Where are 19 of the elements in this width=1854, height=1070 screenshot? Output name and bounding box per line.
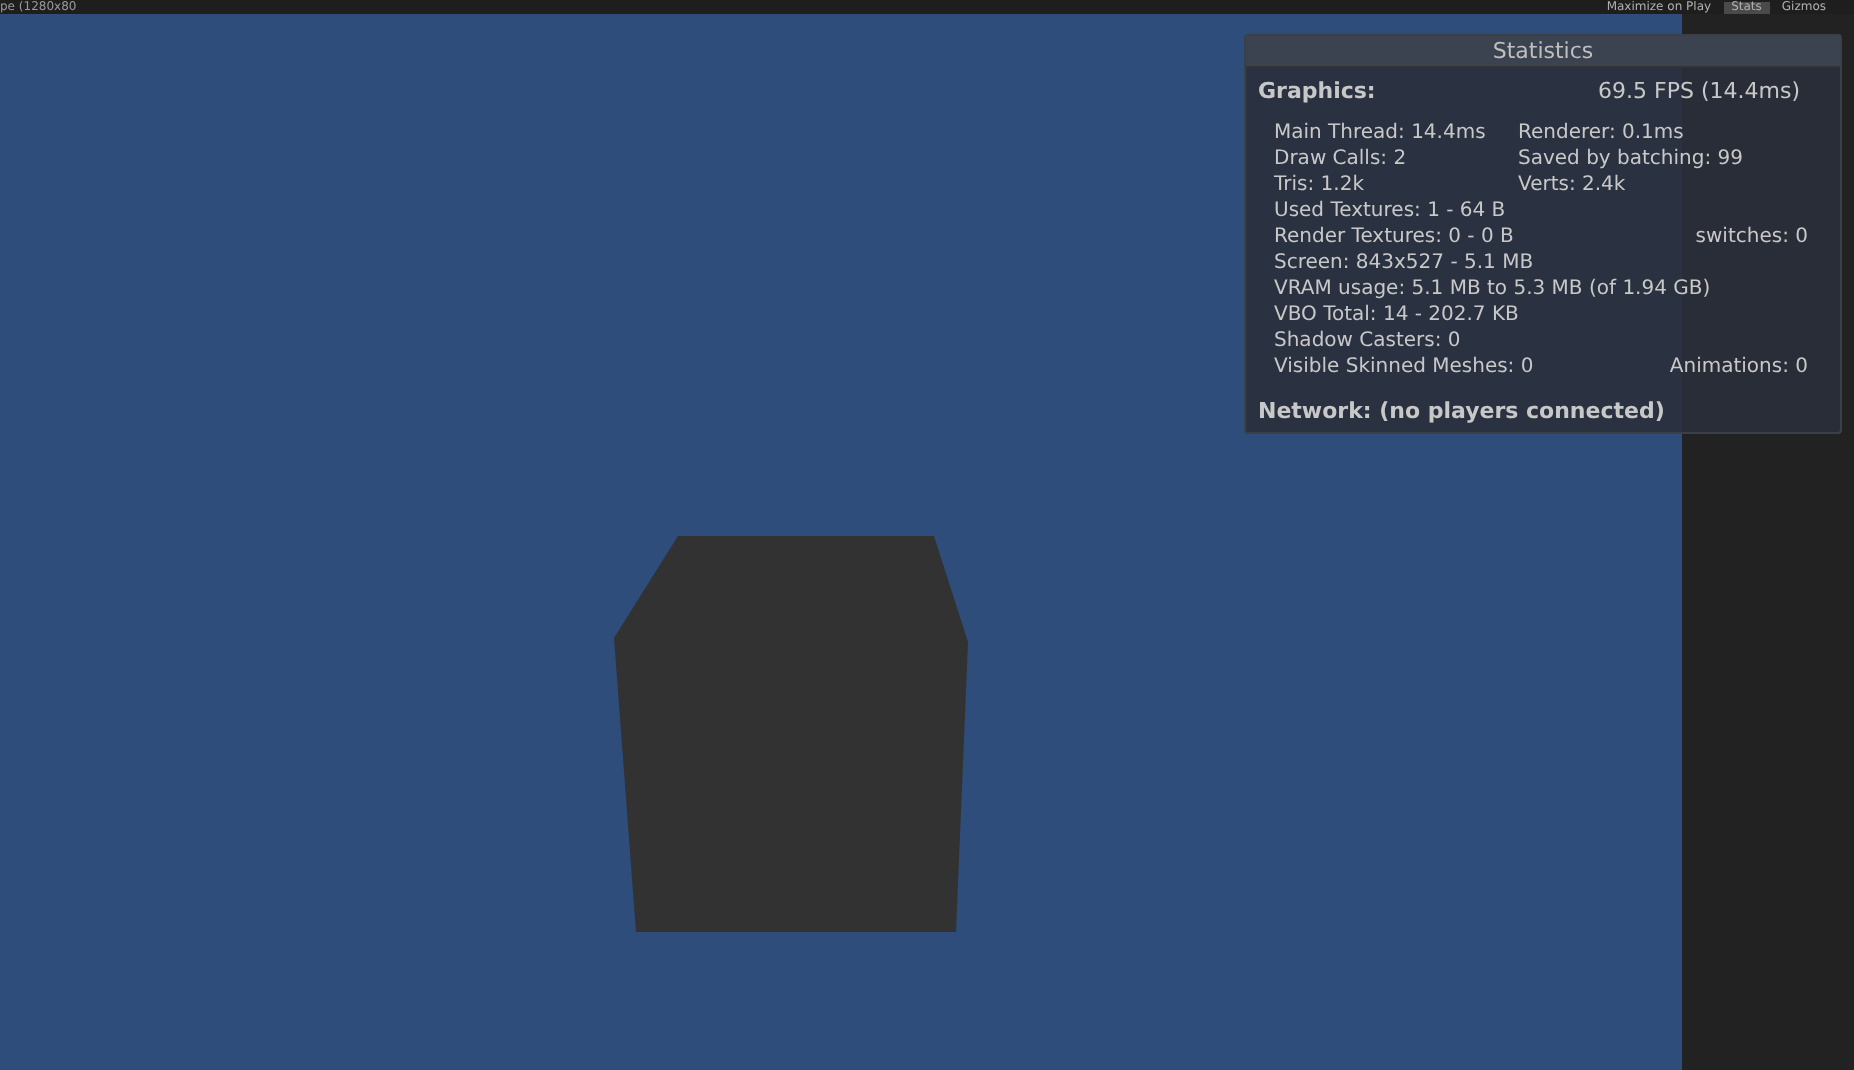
statistic-text: Draw Calls: 2 bbox=[1274, 145, 1409, 171]
statistic-text: VBO Total: 14 - 202.7 KB bbox=[1274, 301, 1519, 327]
statistic-text: Renderer: 0.1ms bbox=[1518, 119, 1684, 145]
statistic-text: Render Textures: 0 - 0 B bbox=[1274, 223, 1514, 249]
graphics-label: Graphics: bbox=[1258, 76, 1376, 108]
fps-value: 69.5 FPS (14.4ms) bbox=[1598, 76, 1802, 108]
statistic-text: Animations: 0 bbox=[1669, 353, 1808, 379]
statistic-text: Saved by batching: 99 bbox=[1518, 145, 1743, 171]
panel-title: Statistics bbox=[1246, 36, 1840, 68]
network-status: Network: (no players connected) bbox=[1256, 395, 1667, 427]
statistic-text: VRAM usage: 5.1 MB to 5.3 MB (of 1.94 GB) bbox=[1274, 275, 1711, 301]
statistic-text: Shadow Casters: 0 bbox=[1274, 327, 1461, 353]
statistic-text: Visible Skinned Meshes: 0 bbox=[1274, 353, 1534, 379]
statistic-text: switches: 0 bbox=[1695, 223, 1808, 249]
statistic-text: Main Thread: 14.4ms bbox=[1274, 119, 1488, 145]
statistic-text: Verts: 2.4k bbox=[1518, 171, 1626, 197]
statistic-text: Screen: 843x527 - 5.1 MB bbox=[1274, 249, 1534, 275]
statistic-text: Tris: 1.2k bbox=[1274, 171, 1366, 197]
statistic-text: Used Textures: 1 - 64 B bbox=[1274, 197, 1506, 223]
